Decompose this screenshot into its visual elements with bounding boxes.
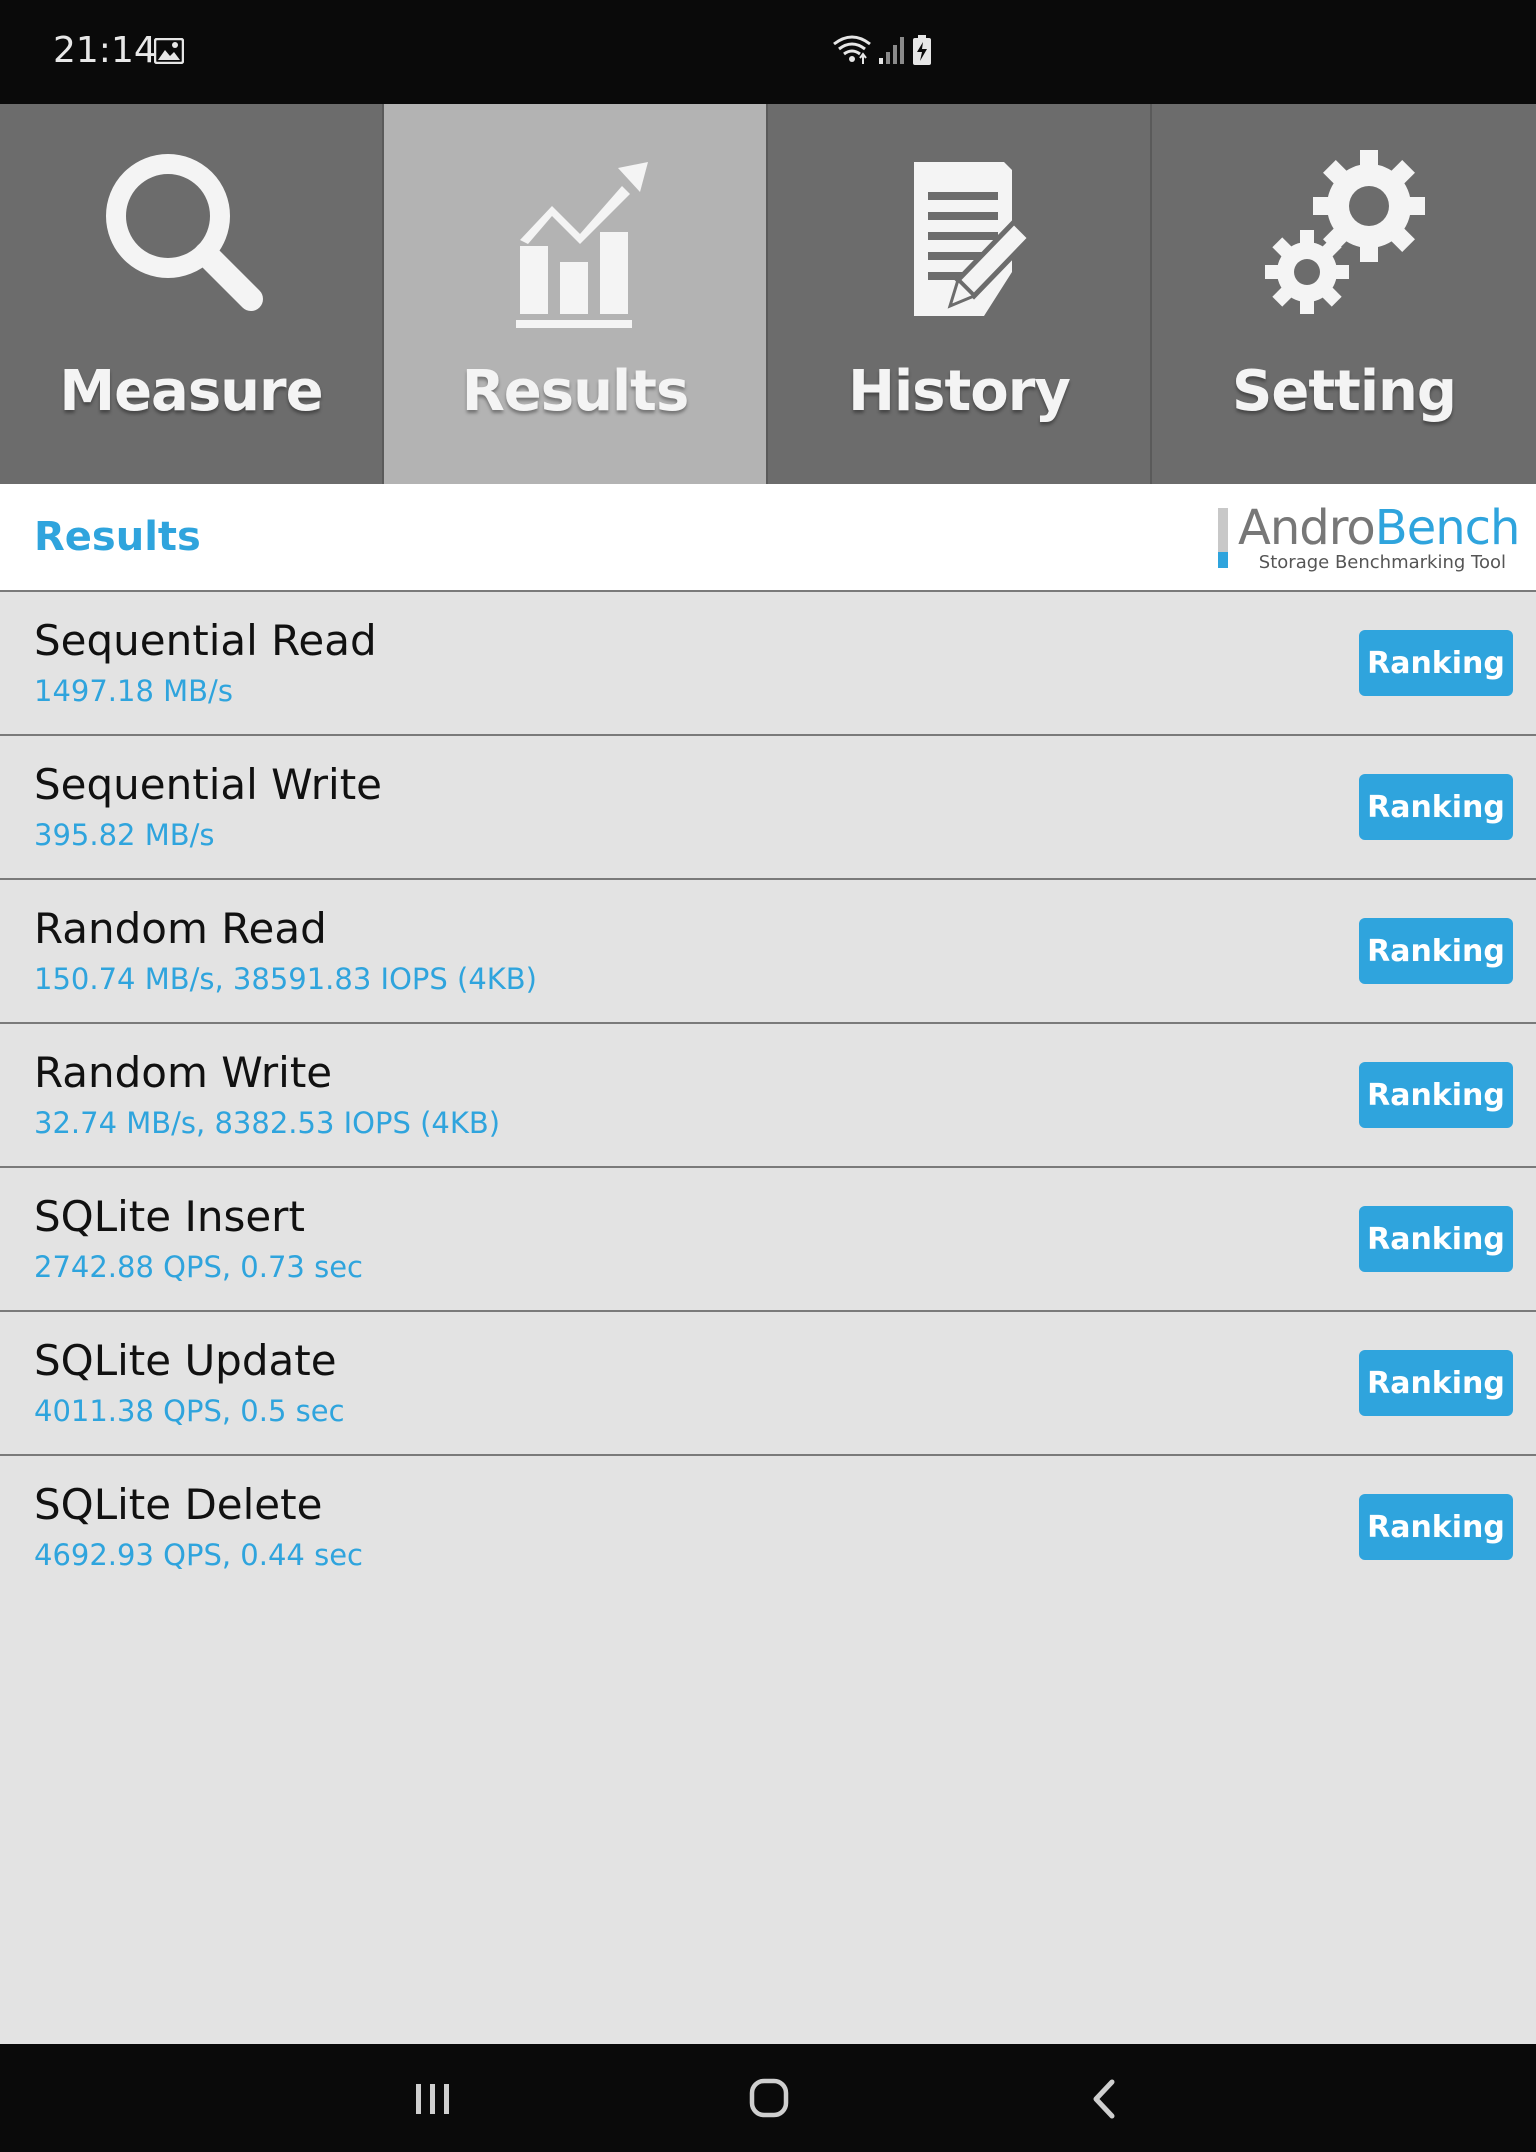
results-list: Sequential Read 1497.18 MB/s Ranking Seq… — [0, 592, 1536, 1600]
list-item: Sequential Write 395.82 MB/s Ranking — [0, 736, 1536, 880]
tab-measure[interactable]: Measure — [0, 104, 384, 484]
logo-bar-grey — [1218, 508, 1228, 552]
list-item: SQLite Insert 2742.88 QPS, 0.73 sec Rank… — [0, 1168, 1536, 1312]
result-name: SQLite Delete — [34, 1480, 323, 1529]
tab-setting[interactable]: Setting — [1152, 104, 1536, 484]
recent-apps-icon[interactable] — [402, 2074, 462, 2124]
home-icon[interactable] — [740, 2074, 800, 2124]
signal-icon — [878, 34, 906, 70]
logo-andro: Andro — [1238, 500, 1376, 556]
result-value: 32.74 MB/s, 8382.53 IOPS (4KB) — [34, 1106, 501, 1140]
result-value: 1497.18 MB/s — [34, 674, 233, 708]
logo-tagline: Storage Benchmarking Tool — [1258, 552, 1506, 573]
result-name: SQLite Insert — [34, 1192, 305, 1241]
tab-label: Measure — [59, 359, 323, 424]
result-name: Sequential Read — [34, 616, 377, 665]
tab-label: Results — [461, 359, 690, 424]
ranking-button[interactable]: Ranking — [1359, 774, 1513, 840]
status-icons — [832, 34, 932, 70]
wifi-icon — [832, 34, 872, 70]
status-bar: 21:14 — [0, 0, 1536, 104]
results-header: Results AndroBench Storage Benchmarking … — [0, 484, 1536, 592]
ranking-button[interactable]: Ranking — [1359, 1206, 1513, 1272]
ranking-button[interactable]: Ranking — [1359, 630, 1513, 696]
result-name: Sequential Write — [34, 760, 383, 809]
tab-label: History — [848, 359, 1071, 424]
ranking-button[interactable]: Ranking — [1359, 918, 1513, 984]
list-item: Random Write 32.74 MB/s, 8382.53 IOPS (4… — [0, 1024, 1536, 1168]
result-value: 395.82 MB/s — [34, 818, 215, 852]
magnifier-icon — [96, 144, 286, 334]
result-name: SQLite Update — [34, 1336, 337, 1385]
battery-charging-icon — [912, 34, 932, 70]
list-item: Sequential Read 1497.18 MB/s Ranking — [0, 592, 1536, 736]
result-name: Random Read — [34, 904, 327, 953]
document-pen-icon — [864, 144, 1054, 334]
tab-history[interactable]: History — [768, 104, 1152, 484]
bar-chart-trend-icon — [480, 144, 670, 334]
tab-label: Setting — [1232, 359, 1457, 424]
main-tab-bar: Measure Results History Setting — [0, 104, 1536, 484]
ranking-button[interactable]: Ranking — [1359, 1350, 1513, 1416]
ranking-button[interactable]: Ranking — [1359, 1494, 1513, 1560]
page-title: Results — [34, 514, 201, 560]
tab-results[interactable]: Results — [384, 104, 768, 484]
system-nav-bar — [0, 2044, 1536, 2152]
image-icon — [153, 37, 185, 68]
list-item: Random Read 150.74 MB/s, 38591.83 IOPS (… — [0, 880, 1536, 1024]
logo-wordmark: AndroBench — [1238, 500, 1521, 556]
list-item: SQLite Delete 4692.93 QPS, 0.44 sec Rank… — [0, 1456, 1536, 1600]
logo-bench: Bench — [1374, 500, 1521, 556]
status-time: 21:14 — [53, 30, 157, 71]
gears-icon — [1249, 144, 1439, 334]
result-value: 4692.93 QPS, 0.44 sec — [34, 1538, 363, 1572]
result-value: 2742.88 QPS, 0.73 sec — [34, 1250, 363, 1284]
androbench-logo: AndroBench Storage Benchmarking Tool — [1218, 500, 1520, 574]
result-name: Random Write — [34, 1048, 333, 1097]
list-item: SQLite Update 4011.38 QPS, 0.5 sec Ranki… — [0, 1312, 1536, 1456]
back-icon[interactable] — [1076, 2074, 1136, 2124]
logo-bar-blue — [1218, 552, 1228, 568]
result-value: 4011.38 QPS, 0.5 sec — [34, 1394, 345, 1428]
result-value: 150.74 MB/s, 38591.83 IOPS (4KB) — [34, 962, 537, 996]
ranking-button[interactable]: Ranking — [1359, 1062, 1513, 1128]
